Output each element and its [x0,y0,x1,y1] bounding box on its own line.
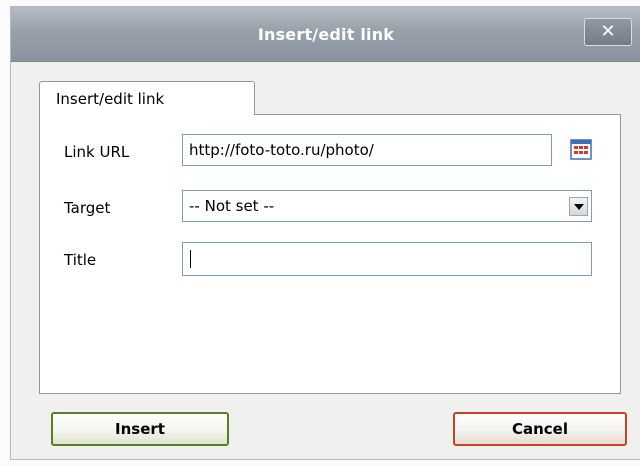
cancel-button[interactable]: Cancel [453,412,627,446]
target-select[interactable]: -- Not set -- [182,190,592,222]
close-icon: ✕ [600,21,616,42]
link-url-value: http://foto-toto.ru/photo/ [189,141,374,159]
link-url-input[interactable]: http://foto-toto.ru/photo/ [182,134,552,166]
tab-insert-edit-link[interactable]: Insert/edit link [39,81,255,115]
target-selected-value: -- Not set -- [189,197,275,215]
target-label: Target [64,199,111,217]
page: Insert/edit link ✕ Insert/edit link Link… [0,0,640,466]
dialog-title: Insert/edit link [257,25,395,44]
link-url-label: Link URL [64,143,130,161]
tab-label: Insert/edit link [56,90,165,108]
close-button[interactable]: ✕ [584,18,632,46]
dialog-titlebar[interactable]: Insert/edit link ✕ [11,6,640,62]
browse-calendar-icon[interactable] [569,137,593,161]
tab-panel: Link URL http://foto-toto.ru/photo/ Targ… [39,114,621,394]
insert-button[interactable]: Insert [51,412,229,446]
title-label: Title [64,251,97,269]
cancel-button-label: Cancel [511,420,568,438]
title-input[interactable] [182,242,592,276]
insert-link-dialog: Insert/edit link ✕ Insert/edit link Link… [10,6,640,460]
text-cursor [190,250,191,268]
chevron-down-icon[interactable] [569,197,588,216]
insert-button-label: Insert [115,420,165,438]
